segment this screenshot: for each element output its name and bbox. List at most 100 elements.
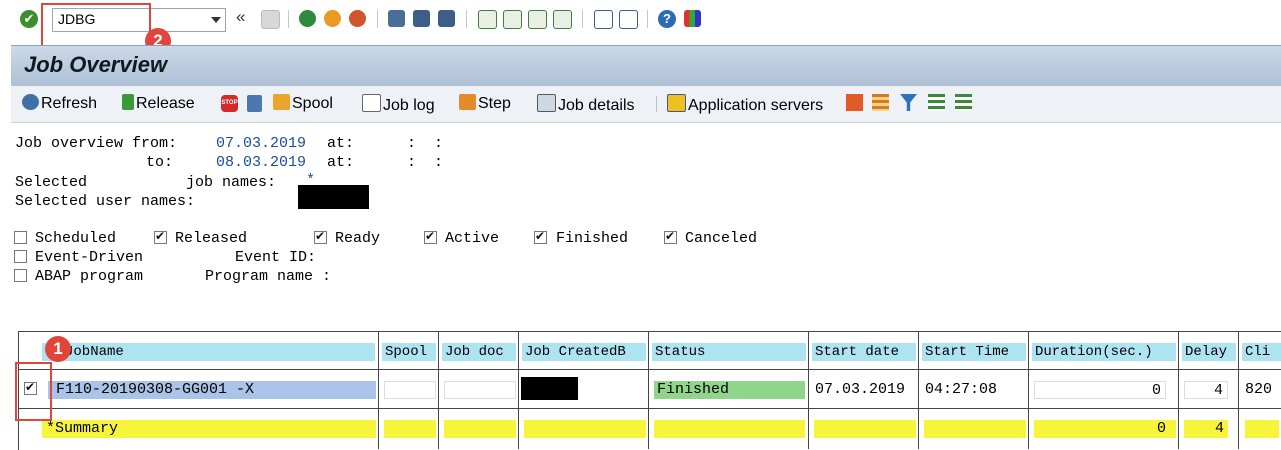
table-row-jobname[interactable]: F110-20190308-GG001 -X <box>48 381 376 399</box>
scheduled-label: Scheduled <box>35 230 117 247</box>
canceled-label: Canceled <box>685 230 758 247</box>
delete-icon[interactable] <box>247 95 262 112</box>
shortcut-icon[interactable] <box>619 10 638 29</box>
stop-icon[interactable]: STOP <box>221 95 238 112</box>
toolbar-separator <box>288 10 289 28</box>
next-page-icon[interactable] <box>528 10 547 29</box>
release-button[interactable]: Release <box>122 94 195 114</box>
toolbar-separator <box>656 96 657 112</box>
active-label: Active <box>445 230 500 247</box>
refresh-icon <box>22 94 39 110</box>
spool-button[interactable]: Spool <box>273 94 333 114</box>
column-header-client[interactable]: Cli <box>1242 343 1281 361</box>
finished-label: Finished <box>556 230 629 247</box>
column-header-job-created-by[interactable]: Job CreatedB <box>522 343 646 361</box>
canceled-checkbox[interactable] <box>664 229 677 244</box>
exit-icon[interactable] <box>324 10 341 27</box>
table-row-duration[interactable]: 0 <box>1034 381 1166 399</box>
job-log-icon <box>362 94 381 112</box>
application-servers-button[interactable]: Application servers <box>667 94 823 114</box>
table-row-job-doc[interactable] <box>444 381 516 399</box>
active-checkbox[interactable] <box>424 229 437 244</box>
column-header-start-time[interactable]: Start Time <box>922 343 1026 361</box>
toolbar-separator <box>466 10 467 28</box>
summary-cell <box>924 420 1026 438</box>
summary-cell <box>444 420 516 438</box>
column-divider <box>1178 331 1179 449</box>
program-name-label: Program name : <box>205 268 332 285</box>
step-button[interactable]: Step <box>459 94 511 114</box>
table-row-spool[interactable] <box>384 381 436 399</box>
highlight-box-command-field <box>41 3 151 47</box>
abap-program-checkbox[interactable] <box>14 269 27 282</box>
finished-checkbox[interactable] <box>534 229 547 244</box>
job-details-button[interactable]: Job details <box>537 94 635 114</box>
save-icon[interactable] <box>261 10 280 29</box>
sort-descending-icon[interactable] <box>955 94 972 111</box>
job-names-label: job names: <box>186 174 277 191</box>
column-divider <box>518 331 519 449</box>
first-page-icon[interactable] <box>478 10 497 29</box>
to-label: to: <box>146 154 174 171</box>
help-icon[interactable]: ? <box>658 10 676 28</box>
collapse-chevron[interactable]: « <box>236 7 245 27</box>
column-header-spool[interactable]: Spool <box>382 343 436 361</box>
column-header-status[interactable]: Status <box>652 343 806 361</box>
back-icon[interactable] <box>299 10 316 27</box>
table-row-status[interactable]: Finished <box>654 381 805 399</box>
job-log-button[interactable]: Job log <box>362 94 435 114</box>
release-flag-icon <box>122 94 134 110</box>
column-header-duration[interactable]: Duration(sec.) <box>1032 343 1176 361</box>
previous-page-icon[interactable] <box>503 10 522 29</box>
table-row-start-time[interactable]: 04:27:08 <box>925 381 1025 399</box>
new-session-icon[interactable] <box>594 10 613 29</box>
refresh-button[interactable]: Refresh <box>22 94 97 114</box>
summary-cell <box>1245 420 1279 438</box>
find-icon[interactable] <box>413 10 430 27</box>
print-icon[interactable] <box>388 10 405 27</box>
spool-label: Spool <box>292 95 333 112</box>
scheduled-checkbox[interactable] <box>14 231 27 244</box>
find-next-icon[interactable] <box>438 10 455 27</box>
enter-icon[interactable]: ✔ <box>20 10 38 28</box>
step-icon <box>459 94 476 110</box>
row-divider <box>18 408 1281 409</box>
user-names-label: Selected user names: <box>15 193 196 210</box>
table-row-client[interactable]: 820 <box>1245 381 1279 399</box>
released-label: Released <box>175 230 248 247</box>
table-icon[interactable] <box>872 94 889 111</box>
ready-label: Ready <box>335 230 381 247</box>
released-checkbox[interactable] <box>154 229 167 244</box>
toolbar-separator <box>582 10 583 28</box>
column-divider <box>918 331 919 449</box>
select-columns-icon[interactable] <box>846 94 863 111</box>
annotation-badge-1: 1 <box>45 336 71 362</box>
to-at-label: at: <box>327 154 355 171</box>
job-log-label: Job log <box>383 97 435 114</box>
last-page-icon[interactable] <box>553 10 572 29</box>
cancel-icon[interactable] <box>349 10 366 27</box>
column-header-start-date[interactable]: Start date <box>812 343 916 361</box>
column-divider <box>378 331 379 449</box>
column-header-jobname[interactable]: JobName <box>42 343 375 361</box>
abap-program-label: ABAP program <box>35 268 144 285</box>
to-time: : : <box>407 154 444 171</box>
column-divider <box>1238 331 1239 449</box>
chevron-down-icon[interactable] <box>211 17 221 23</box>
application-servers-label: Application servers <box>688 97 824 114</box>
column-divider <box>648 331 649 449</box>
table-row-delay[interactable]: 4 <box>1184 381 1228 399</box>
customize-layout-icon[interactable] <box>684 10 701 27</box>
column-header-delay[interactable]: Delay <box>1182 343 1236 361</box>
ready-checkbox[interactable] <box>314 229 327 244</box>
column-header-job-doc[interactable]: Job doc <box>442 343 516 361</box>
sort-ascending-icon[interactable] <box>928 94 945 111</box>
redacted-created-by <box>521 377 578 400</box>
event-driven-checkbox[interactable] <box>14 250 27 263</box>
toolbar-separator <box>647 10 648 28</box>
summary-cell <box>814 420 916 438</box>
table-row-start-date[interactable]: 07.03.2019 <box>815 381 915 399</box>
summary-cell <box>384 420 436 438</box>
refresh-label: Refresh <box>41 95 98 112</box>
spool-icon <box>273 94 290 110</box>
